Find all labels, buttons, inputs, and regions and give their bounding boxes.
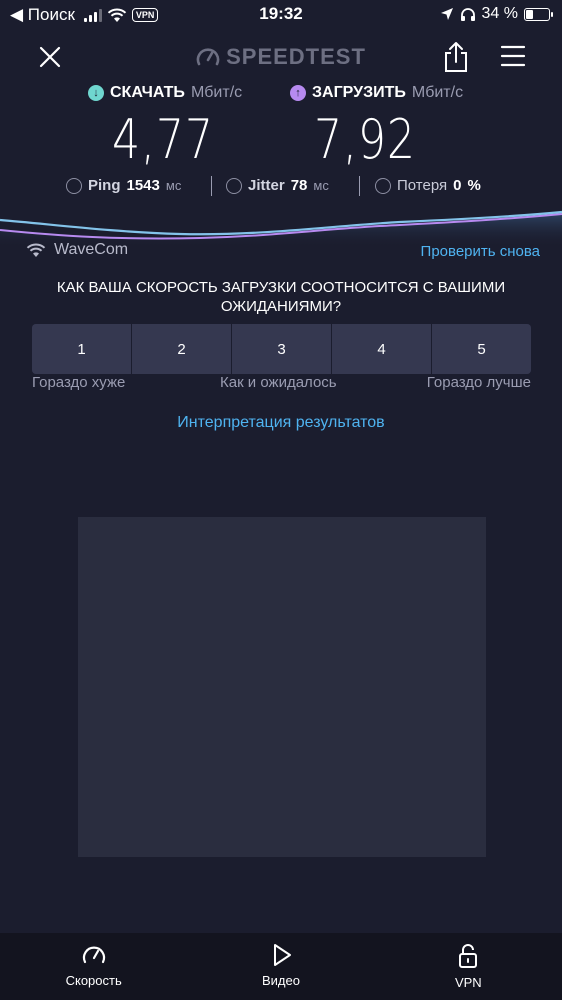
tab-vpn-label: VPN bbox=[454, 975, 482, 990]
jitter-metric: Jitter 78 мс bbox=[226, 177, 329, 194]
metric-divider bbox=[359, 176, 360, 196]
logo-text: SPEEDTEST bbox=[226, 44, 366, 69]
network-name: WaveCom bbox=[54, 241, 129, 258]
network-info: WaveCom bbox=[26, 241, 128, 259]
speedometer-logo-icon bbox=[196, 48, 220, 66]
download-value: 4,77 bbox=[112, 108, 214, 171]
speedtest-logo: SPEEDTEST bbox=[0, 44, 562, 70]
jitter-value: 78 bbox=[290, 177, 308, 194]
play-icon bbox=[273, 944, 291, 966]
rating-scale: 1 2 3 4 5 bbox=[32, 324, 531, 374]
ping-icon bbox=[66, 177, 82, 194]
packet-loss-metric: Потеря 0% bbox=[375, 177, 481, 194]
headphones-icon bbox=[460, 7, 475, 21]
tab-video[interactable]: Видео bbox=[187, 933, 374, 1000]
metrics-row: Ping 1543 мс Jitter 78 мс Потеря 0% bbox=[0, 174, 562, 200]
upload-label-row: ↑ ЗАГРУЗИТЬ Мбит/с bbox=[290, 84, 490, 102]
ping-metric: Ping 1543 мс bbox=[66, 177, 181, 194]
download-result: ↓ СКАЧАТЬ Мбит/с 4,77 bbox=[88, 84, 288, 171]
status-bar: ◀ Поиск VPN 19:32 34 % bbox=[0, 0, 562, 30]
ping-value: 1543 bbox=[126, 177, 160, 194]
packet-loss-unit: % bbox=[467, 177, 481, 194]
download-arrow-icon: ↓ bbox=[88, 85, 104, 101]
jitter-label: Jitter bbox=[248, 177, 285, 194]
upload-arrow-icon: ↑ bbox=[290, 85, 306, 101]
ad-placeholder[interactable] bbox=[78, 517, 486, 857]
jitter-icon bbox=[226, 177, 242, 194]
app-header: SPEEDTEST bbox=[0, 38, 562, 78]
wifi-icon bbox=[26, 243, 46, 257]
survey-question: КАК ВАША СКОРОСТЬ ЗАГРУЗКИ СООТНОСИТСЯ С… bbox=[56, 279, 506, 315]
rating-option-1[interactable]: 1 bbox=[32, 324, 132, 374]
results-interpretation-link[interactable]: Интерпретация результатов bbox=[0, 414, 562, 432]
battery-percent: 34 % bbox=[481, 5, 518, 22]
hamburger-menu-icon[interactable] bbox=[500, 44, 526, 68]
packet-loss-icon bbox=[375, 177, 391, 194]
bottom-tab-bar: Скорость Видео VPN bbox=[0, 933, 562, 1000]
test-again-link[interactable]: Проверить снова bbox=[421, 243, 540, 260]
tab-vpn[interactable]: VPN bbox=[375, 933, 562, 1000]
scale-low-label: Гораздо хуже bbox=[32, 374, 126, 391]
packet-loss-value: 0 bbox=[453, 177, 462, 194]
upload-value: 7,92 bbox=[314, 108, 416, 171]
download-unit: Мбит/с bbox=[190, 84, 243, 101]
upload-result: ↑ ЗАГРУЗИТЬ Мбит/с 7,92 bbox=[290, 84, 490, 171]
speedometer-icon bbox=[82, 946, 105, 964]
speedtest-result-screen: ◀ Поиск VPN 19:32 34 % SPEEDTEST ↓ СКАЧА… bbox=[0, 0, 562, 1000]
scale-mid-label: Как и ожидалось bbox=[220, 374, 337, 391]
share-icon[interactable] bbox=[442, 41, 470, 73]
rating-option-2[interactable]: 2 bbox=[132, 324, 232, 374]
tab-speed[interactable]: Скорость bbox=[0, 933, 187, 1000]
rating-option-4[interactable]: 4 bbox=[332, 324, 432, 374]
rating-option-5[interactable]: 5 bbox=[432, 324, 531, 374]
metric-divider bbox=[211, 176, 212, 196]
upload-title: ЗАГРУЗИТЬ bbox=[312, 84, 406, 101]
scale-high-label: Гораздо лучше bbox=[426, 374, 531, 391]
download-title: СКАЧАТЬ bbox=[110, 84, 185, 101]
jitter-unit: мс bbox=[313, 178, 329, 193]
status-right: 34 % bbox=[440, 5, 553, 23]
upload-unit: Мбит/с bbox=[411, 84, 464, 101]
ping-unit: мс bbox=[165, 178, 182, 193]
tab-video-label: Видео bbox=[262, 973, 300, 988]
download-label-row: ↓ СКАЧАТЬ Мбит/с bbox=[88, 84, 288, 102]
ping-label: Ping bbox=[88, 177, 121, 194]
packet-loss-label: Потеря bbox=[397, 177, 448, 194]
rating-option-3[interactable]: 3 bbox=[232, 324, 332, 374]
tab-speed-label: Скорость bbox=[65, 973, 122, 988]
battery-icon bbox=[524, 7, 553, 21]
location-arrow-icon bbox=[440, 8, 453, 20]
lock-icon bbox=[459, 944, 478, 968]
